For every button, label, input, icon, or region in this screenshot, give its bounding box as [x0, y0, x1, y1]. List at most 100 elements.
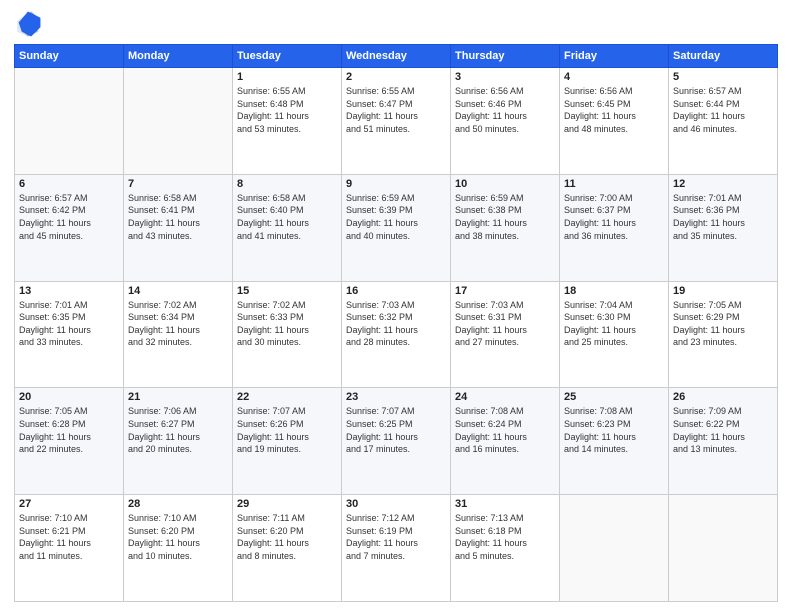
day-number: 15: [237, 285, 337, 297]
calendar-cell: 31 Sunrise: 7:13 AM Sunset: 6:18 PM Dayli…: [451, 495, 560, 602]
calendar-cell: [124, 68, 233, 175]
day-info: Sunrise: 7:06 AM Sunset: 6:27 PM Dayligh…: [128, 405, 228, 455]
day-info: Sunrise: 7:02 AM Sunset: 6:34 PM Dayligh…: [128, 299, 228, 349]
day-number: 3: [455, 71, 555, 83]
day-info: Sunrise: 7:10 AM Sunset: 6:21 PM Dayligh…: [19, 512, 119, 562]
day-number: 7: [128, 178, 228, 190]
weekday-header: Friday: [560, 45, 669, 68]
calendar-cell: 23 Sunrise: 7:07 AM Sunset: 6:25 PM Dayli…: [342, 388, 451, 495]
weekday-header: Tuesday: [233, 45, 342, 68]
day-number: 19: [673, 285, 773, 297]
day-info: Sunrise: 6:58 AM Sunset: 6:40 PM Dayligh…: [237, 192, 337, 242]
day-number: 25: [564, 391, 664, 403]
header: [14, 10, 778, 38]
calendar-cell: 12 Sunrise: 7:01 AM Sunset: 6:36 PM Dayli…: [669, 174, 778, 281]
calendar-cell: 27Sunrise: 7:10 AM Sunset: 6:21 PM Dayli…: [15, 495, 124, 602]
day-info: Sunrise: 7:07 AM Sunset: 6:26 PM Dayligh…: [237, 405, 337, 455]
day-number: 30: [346, 498, 446, 510]
calendar-cell: 9 Sunrise: 6:59 AM Sunset: 6:39 PM Daylig…: [342, 174, 451, 281]
calendar-cell: 11 Sunrise: 7:00 AM Sunset: 6:37 PM Dayli…: [560, 174, 669, 281]
day-info: Sunrise: 6:55 AM Sunset: 6:47 PM Dayligh…: [346, 85, 446, 135]
calendar-cell: 10Sunrise: 6:59 AM Sunset: 6:38 PM Dayli…: [451, 174, 560, 281]
day-info: Sunrise: 6:57 AM Sunset: 6:44 PM Dayligh…: [673, 85, 773, 135]
day-number: 21: [128, 391, 228, 403]
calendar-cell: 15 Sunrise: 7:02 AM Sunset: 6:33 PM Dayli…: [233, 281, 342, 388]
day-info: Sunrise: 6:59 AM Sunset: 6:39 PM Dayligh…: [346, 192, 446, 242]
calendar-cell: 16Sunrise: 7:03 AM Sunset: 6:32 PM Dayli…: [342, 281, 451, 388]
header-row: SundayMondayTuesdayWednesdayThursdayFrid…: [15, 45, 778, 68]
calendar-cell: [15, 68, 124, 175]
calendar-cell: 4 Sunrise: 6:56 AM Sunset: 6:45 PM Daylig…: [560, 68, 669, 175]
day-info: Sunrise: 7:05 AM Sunset: 6:29 PM Dayligh…: [673, 299, 773, 349]
calendar-cell: 29 Sunrise: 7:11 AM Sunset: 6:20 PM Dayli…: [233, 495, 342, 602]
weekday-header: Thursday: [451, 45, 560, 68]
day-info: Sunrise: 7:08 AM Sunset: 6:24 PM Dayligh…: [455, 405, 555, 455]
day-info: Sunrise: 7:05 AM Sunset: 6:28 PM Dayligh…: [19, 405, 119, 455]
day-info: Sunrise: 7:09 AM Sunset: 6:22 PM Dayligh…: [673, 405, 773, 455]
day-number: 22: [237, 391, 337, 403]
day-number: 4: [564, 71, 664, 83]
calendar-cell: [669, 495, 778, 602]
weekday-header: Sunday: [15, 45, 124, 68]
calendar-cell: 18Sunrise: 7:04 AM Sunset: 6:30 PM Dayli…: [560, 281, 669, 388]
calendar-cell: 3 Sunrise: 6:56 AM Sunset: 6:46 PM Daylig…: [451, 68, 560, 175]
day-number: 26: [673, 391, 773, 403]
calendar-cell: 25Sunrise: 7:08 AM Sunset: 6:23 PM Dayli…: [560, 388, 669, 495]
calendar-cell: 20 Sunrise: 7:05 AM Sunset: 6:28 PM Dayli…: [15, 388, 124, 495]
calendar-cell: 7 Sunrise: 6:58 AM Sunset: 6:41 PM Daylig…: [124, 174, 233, 281]
weekday-header: Monday: [124, 45, 233, 68]
day-number: 6: [19, 178, 119, 190]
day-info: Sunrise: 6:57 AM Sunset: 6:42 PM Dayligh…: [19, 192, 119, 242]
day-info: Sunrise: 6:58 AM Sunset: 6:41 PM Dayligh…: [128, 192, 228, 242]
calendar-cell: [560, 495, 669, 602]
calendar-row: 1 Sunrise: 6:55 AM Sunset: 6:48 PM Daylig…: [15, 68, 778, 175]
day-info: Sunrise: 6:56 AM Sunset: 6:46 PM Dayligh…: [455, 85, 555, 135]
calendar-cell: 13 Sunrise: 7:01 AM Sunset: 6:35 PM Dayli…: [15, 281, 124, 388]
weekday-header: Saturday: [669, 45, 778, 68]
day-number: 18: [564, 285, 664, 297]
calendar-cell: 2Sunrise: 6:55 AM Sunset: 6:47 PM Daylig…: [342, 68, 451, 175]
day-info: Sunrise: 7:00 AM Sunset: 6:37 PM Dayligh…: [564, 192, 664, 242]
day-number: 12: [673, 178, 773, 190]
day-info: Sunrise: 7:02 AM Sunset: 6:33 PM Dayligh…: [237, 299, 337, 349]
calendar-row: 6 Sunrise: 6:57 AM Sunset: 6:42 PM Daylig…: [15, 174, 778, 281]
day-info: Sunrise: 7:01 AM Sunset: 6:36 PM Dayligh…: [673, 192, 773, 242]
day-number: 9: [346, 178, 446, 190]
calendar-cell: 14 Sunrise: 7:02 AM Sunset: 6:34 PM Dayli…: [124, 281, 233, 388]
day-info: Sunrise: 7:11 AM Sunset: 6:20 PM Dayligh…: [237, 512, 337, 562]
weekday-header: Wednesday: [342, 45, 451, 68]
calendar-row: 27Sunrise: 7:10 AM Sunset: 6:21 PM Dayli…: [15, 495, 778, 602]
calendar-cell: 6 Sunrise: 6:57 AM Sunset: 6:42 PM Daylig…: [15, 174, 124, 281]
day-info: Sunrise: 7:03 AM Sunset: 6:32 PM Dayligh…: [346, 299, 446, 349]
calendar-cell: 17 Sunrise: 7:03 AM Sunset: 6:31 PM Dayli…: [451, 281, 560, 388]
day-number: 13: [19, 285, 119, 297]
day-number: 14: [128, 285, 228, 297]
calendar-cell: 5Sunrise: 6:57 AM Sunset: 6:44 PM Daylig…: [669, 68, 778, 175]
calendar-cell: 21 Sunrise: 7:06 AM Sunset: 6:27 PM Dayli…: [124, 388, 233, 495]
page: SundayMondayTuesdayWednesdayThursdayFrid…: [0, 0, 792, 612]
day-number: 1: [237, 71, 337, 83]
day-number: 31: [455, 498, 555, 510]
calendar-cell: 19 Sunrise: 7:05 AM Sunset: 6:29 PM Dayli…: [669, 281, 778, 388]
day-number: 17: [455, 285, 555, 297]
day-info: Sunrise: 7:13 AM Sunset: 6:18 PM Dayligh…: [455, 512, 555, 562]
calendar-cell: 28Sunrise: 7:10 AM Sunset: 6:20 PM Dayli…: [124, 495, 233, 602]
day-info: Sunrise: 7:03 AM Sunset: 6:31 PM Dayligh…: [455, 299, 555, 349]
day-number: 23: [346, 391, 446, 403]
day-number: 20: [19, 391, 119, 403]
day-number: 10: [455, 178, 555, 190]
calendar-cell: 22 Sunrise: 7:07 AM Sunset: 6:26 PM Dayli…: [233, 388, 342, 495]
day-number: 29: [237, 498, 337, 510]
day-info: Sunrise: 7:10 AM Sunset: 6:20 PM Dayligh…: [128, 512, 228, 562]
calendar-cell: 24 Sunrise: 7:08 AM Sunset: 6:24 PM Dayli…: [451, 388, 560, 495]
day-info: Sunrise: 6:55 AM Sunset: 6:48 PM Dayligh…: [237, 85, 337, 135]
day-info: Sunrise: 7:01 AM Sunset: 6:35 PM Dayligh…: [19, 299, 119, 349]
day-info: Sunrise: 6:56 AM Sunset: 6:45 PM Dayligh…: [564, 85, 664, 135]
day-number: 11: [564, 178, 664, 190]
day-info: Sunrise: 7:12 AM Sunset: 6:19 PM Dayligh…: [346, 512, 446, 562]
calendar-row: 20 Sunrise: 7:05 AM Sunset: 6:28 PM Dayli…: [15, 388, 778, 495]
day-info: Sunrise: 7:07 AM Sunset: 6:25 PM Dayligh…: [346, 405, 446, 455]
logo-icon: [14, 10, 42, 38]
calendar-cell: 30 Sunrise: 7:12 AM Sunset: 6:19 PM Dayli…: [342, 495, 451, 602]
day-number: 24: [455, 391, 555, 403]
